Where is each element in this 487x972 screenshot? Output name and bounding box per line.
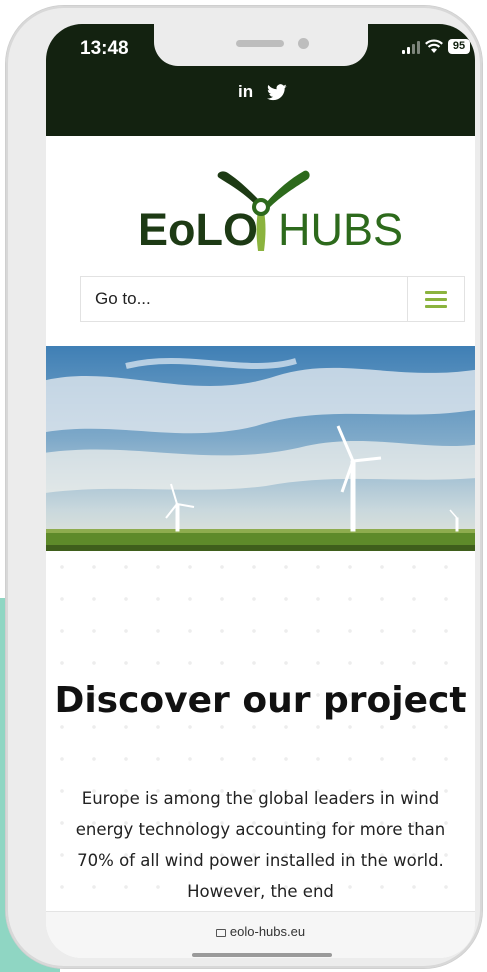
phone-camera <box>298 38 309 49</box>
intro-paragraph: Europe is among the global leaders in wi… <box>75 789 446 901</box>
browser-address-bar[interactable]: eolo-hubs.eu <box>46 911 475 958</box>
logo-text-hubs: HUBS <box>278 204 404 255</box>
wifi-icon <box>425 39 443 53</box>
social-links: in <box>238 82 287 102</box>
site-logo[interactable]: EoLO HUBS <box>46 159 475 269</box>
lock-icon <box>215 929 226 937</box>
phone-screen: 13:48 95 in EoLO HUBS Go to... Discover … <box>46 24 475 958</box>
cellular-signal-icon <box>402 40 420 54</box>
hero-wind-farm-image <box>46 346 475 551</box>
address-text: eolo-hubs.eu <box>46 924 475 939</box>
phone-speaker <box>236 40 284 47</box>
content-section: Discover our project Europe is among the… <box>46 551 475 911</box>
phone-frame: 13:48 95 in EoLO HUBS Go to... Discover … <box>6 6 482 968</box>
navigation-dropdown-label: Go to... <box>95 289 151 308</box>
twitter-link[interactable] <box>267 82 287 102</box>
section-heading: Discover our project <box>54 680 467 721</box>
hamburger-menu-icon[interactable] <box>407 277 464 321</box>
battery-indicator: 95 <box>448 39 470 54</box>
navigation-dropdown[interactable]: Go to... <box>80 276 465 322</box>
twitter-icon <box>267 83 287 100</box>
logo-text-eolo: EoLO <box>138 204 258 255</box>
url-text: eolo-hubs.eu <box>229 924 306 939</box>
status-time: 13:48 <box>80 38 129 59</box>
linkedin-link[interactable]: in <box>238 82 253 102</box>
home-indicator[interactable] <box>192 953 332 957</box>
